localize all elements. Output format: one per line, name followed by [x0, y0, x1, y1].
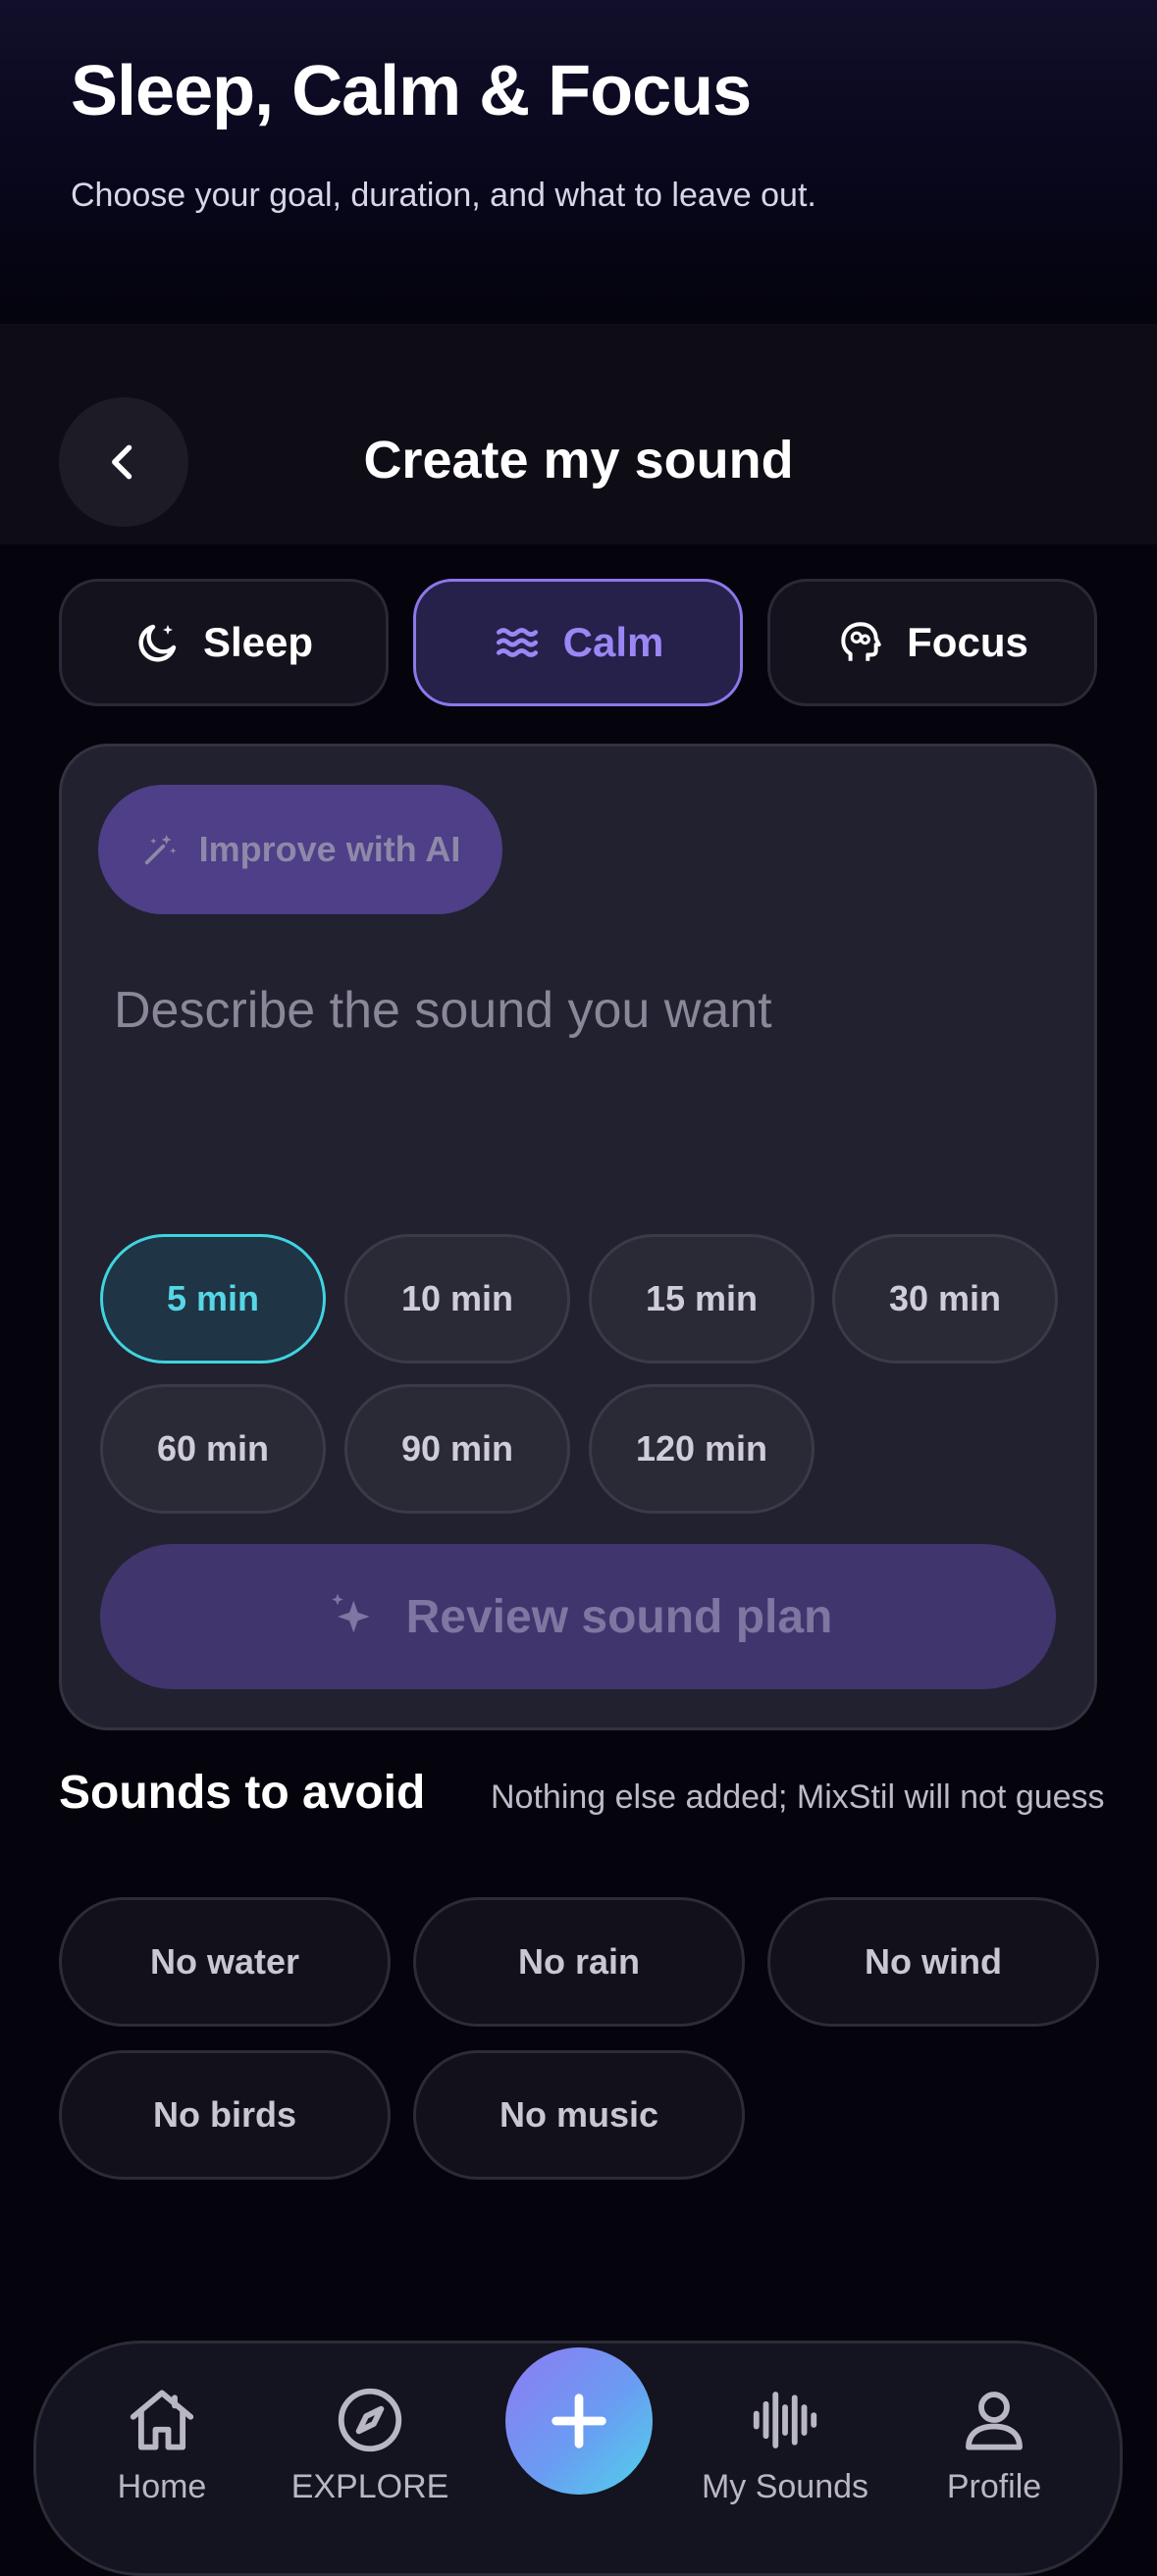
avoid-no-birds[interactable]: No birds — [59, 2050, 391, 2180]
improve-with-ai-label: Improve with AI — [198, 829, 461, 869]
waveform-icon — [753, 2392, 817, 2448]
duration-90-min[interactable]: 90 min — [344, 1384, 570, 1514]
sparkle-icon — [331, 1593, 370, 1633]
home-icon — [130, 2390, 194, 2450]
mode-label: Calm — [562, 619, 664, 665]
create-sound-fab[interactable] — [505, 2347, 653, 2495]
compass-icon — [338, 2388, 402, 2452]
user-icon — [966, 2392, 1023, 2450]
plus-icon — [552, 2394, 606, 2448]
mode-focus[interactable]: Focus — [767, 579, 1097, 706]
duration-120-min[interactable]: 120 min — [589, 1384, 815, 1514]
improve-with-ai-button[interactable]: Improve with AI — [98, 785, 502, 914]
duration-60-min[interactable]: 60 min — [100, 1384, 326, 1514]
mode-label: Sleep — [202, 619, 314, 665]
review-sound-plan-button[interactable]: Review sound plan — [100, 1544, 1056, 1689]
duration-30-min[interactable]: 30 min — [832, 1234, 1058, 1364]
duration-15-min[interactable]: 15 min — [589, 1234, 815, 1364]
mode-label: Focus — [907, 619, 1028, 665]
sounds-to-avoid-note: Nothing else added; MixStil will not gue… — [491, 1778, 1105, 1816]
mode-sleep[interactable]: Sleep — [59, 579, 389, 706]
avoid-no-water[interactable]: No water — [59, 1897, 391, 2027]
nav-profile-label: Profile — [946, 2468, 1042, 2505]
avoid-no-rain[interactable]: No rain — [413, 1897, 745, 2027]
nav-my-sounds[interactable]: My Sounds — [677, 2382, 893, 2506]
avoid-no-wind[interactable]: No wind — [767, 1897, 1099, 2027]
mode-calm[interactable]: Calm — [413, 579, 743, 706]
header: Sleep, Calm & Focus Choose your goal, du… — [0, 0, 1157, 324]
magic-wand-icon — [144, 835, 177, 865]
duration-5-min[interactable]: 5 min — [100, 1234, 326, 1364]
nav-home-label: Home — [117, 2468, 207, 2505]
waves-icon — [496, 628, 538, 657]
page-title: Sleep, Calm & Focus — [71, 52, 752, 130]
nav-my-sounds-label: My Sounds — [701, 2468, 869, 2505]
duration-10-min[interactable]: 10 min — [344, 1234, 570, 1364]
sounds-to-avoid-heading: Sounds to avoid — [59, 1767, 426, 1819]
nav-home[interactable]: Home — [54, 2382, 270, 2506]
avoid-no-music[interactable]: No music — [413, 2050, 745, 2180]
screen-title: Create my sound — [363, 431, 794, 489]
nav-profile[interactable]: Profile — [886, 2382, 1102, 2506]
page-subtitle: Choose your goal, duration, and what to … — [71, 177, 816, 214]
sound-description-input[interactable]: Describe the sound you want — [114, 981, 772, 1040]
review-sound-plan-label: Review sound plan — [405, 1590, 833, 1643]
brain-head-icon — [841, 622, 881, 661]
nav-explore-label: EXPLORE — [290, 2468, 449, 2505]
moon-icon — [138, 624, 177, 662]
nav-explore[interactable]: EXPLORE — [262, 2382, 478, 2506]
